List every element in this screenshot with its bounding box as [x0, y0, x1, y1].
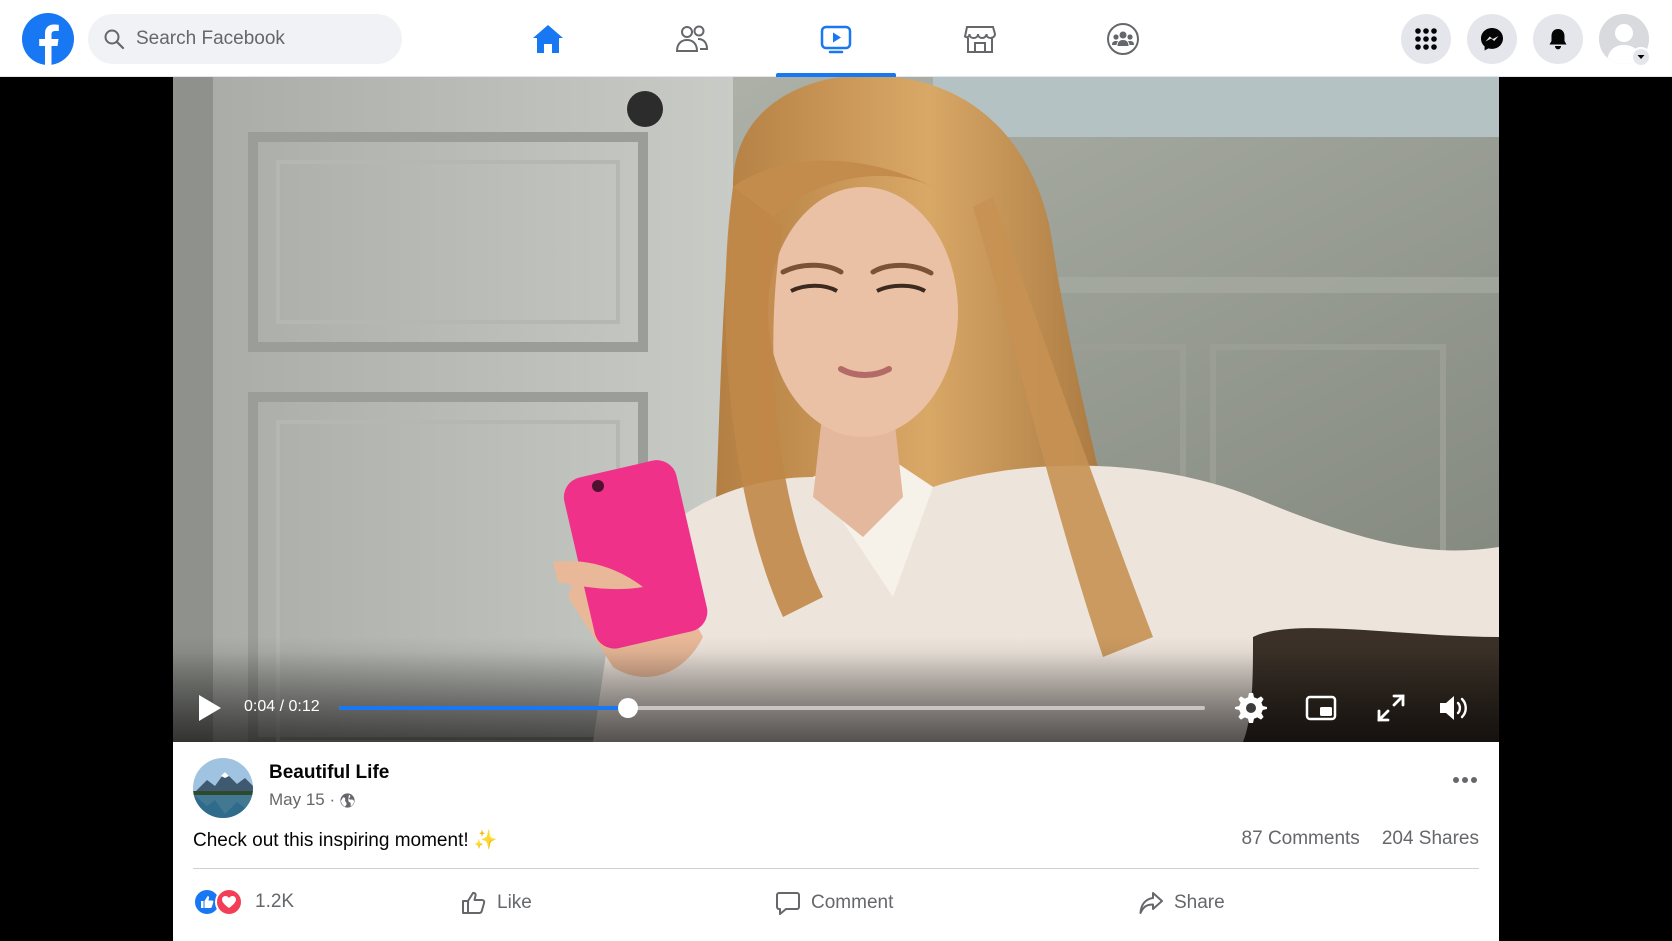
- video-frame: [173, 77, 1499, 742]
- share-arrow-icon: [1139, 892, 1163, 914]
- menu-button[interactable]: [1401, 14, 1451, 64]
- page-name[interactable]: Beautiful Life: [269, 762, 389, 784]
- post-date[interactable]: May 15 ·: [269, 790, 335, 810]
- post-card: Beautiful Life May 15 · Check out this i…: [173, 742, 1499, 941]
- tab-watch[interactable]: [776, 0, 896, 77]
- video-controls-bar: 0:04 / 0:12: [173, 652, 1499, 742]
- video-time: 0:04 / 0:12: [244, 698, 320, 715]
- more-horizontal-icon: [1453, 777, 1477, 783]
- settings-button[interactable]: [1233, 690, 1269, 726]
- reactions-summary[interactable]: 1.2K: [193, 888, 294, 916]
- search-input[interactable]: [136, 28, 376, 50]
- picture-in-picture-icon: [1305, 695, 1337, 721]
- share-button[interactable]: Share: [1138, 888, 1225, 918]
- top-navigation-bar: [0, 0, 1672, 77]
- page-avatar[interactable]: [193, 758, 253, 818]
- video-progress-fill: [339, 706, 628, 710]
- reactions-count: 1.2K: [255, 891, 295, 912]
- comments-count[interactable]: 87 Comments: [1242, 828, 1360, 850]
- messenger-icon: [1481, 28, 1503, 51]
- volume-icon: [1440, 696, 1467, 720]
- tab-home[interactable]: [488, 0, 608, 77]
- post-stats: 87 Comments 204 Shares: [1242, 828, 1479, 850]
- post-divider: [193, 868, 1479, 869]
- play-button[interactable]: [193, 692, 225, 724]
- video-scrubber-handle[interactable]: [617, 698, 638, 718]
- like-button[interactable]: Like: [461, 888, 532, 918]
- search-box[interactable]: [88, 14, 402, 64]
- search-icon: [104, 29, 125, 50]
- post-meta: May 15 ·: [269, 790, 356, 810]
- play-icon: [199, 695, 221, 721]
- facebook-logo[interactable]: [22, 13, 74, 65]
- tab-marketplace[interactable]: [920, 0, 1040, 77]
- globe-icon: [340, 792, 355, 808]
- comment-label: Comment: [811, 892, 894, 913]
- home-icon: [533, 24, 563, 53]
- mountain-lake-avatar-icon: [193, 758, 253, 818]
- post-caption: Check out this inspiring moment! ✨: [193, 830, 498, 851]
- friends-icon: [675, 25, 709, 52]
- fullscreen-icon: [1377, 694, 1405, 722]
- fullscreen-button[interactable]: [1373, 690, 1409, 726]
- messenger-button[interactable]: [1467, 14, 1517, 64]
- notifications-bell-icon: [1549, 29, 1567, 50]
- heart-icon: [222, 896, 236, 908]
- menu-grid-icon: [1415, 28, 1437, 50]
- tab-friends[interactable]: [632, 0, 752, 77]
- marketplace-icon: [963, 25, 997, 53]
- groups-icon: [1107, 22, 1139, 55]
- post-options-button[interactable]: [1445, 760, 1485, 800]
- watch-icon: [820, 25, 852, 53]
- picture-in-picture-button[interactable]: [1303, 690, 1339, 726]
- love-reaction-icon: [215, 888, 243, 916]
- comment-icon: [776, 892, 800, 915]
- account-menu-caret[interactable]: [1631, 47, 1651, 67]
- video-player[interactable]: 0:04 / 0:12: [173, 77, 1499, 742]
- tab-groups[interactable]: [1063, 0, 1183, 77]
- like-icon: [462, 891, 486, 914]
- notifications-button[interactable]: [1533, 14, 1583, 64]
- like-label: Like: [497, 892, 532, 913]
- video-progress-bar[interactable]: [339, 698, 1205, 718]
- comment-button[interactable]: Comment: [775, 888, 893, 918]
- settings-gear-icon: [1235, 693, 1267, 723]
- chevron-down-icon: [1637, 55, 1645, 59]
- volume-button[interactable]: [1435, 690, 1471, 726]
- shares-count[interactable]: 204 Shares: [1382, 828, 1479, 850]
- thumbs-up-icon: [201, 896, 214, 908]
- share-label: Share: [1174, 892, 1225, 913]
